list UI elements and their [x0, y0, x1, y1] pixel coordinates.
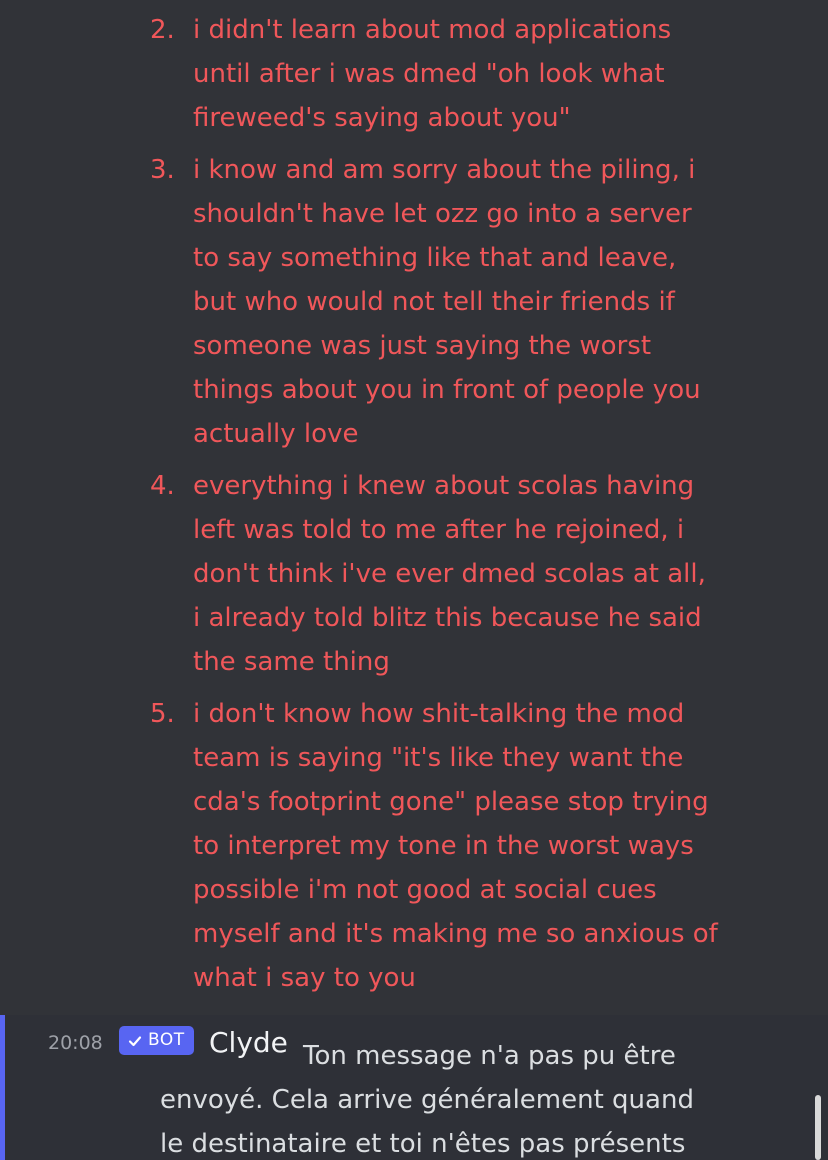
list-item-number: 3.	[150, 155, 175, 185]
message-timestamp[interactable]: 20:08	[48, 1031, 103, 1055]
bot-badge-label: BOT	[148, 1030, 185, 1050]
list-item-text: i don't know how shit-talking the mod te…	[193, 699, 718, 993]
list-item-number: 4.	[150, 471, 175, 501]
bot-message-text-first-line: Ton message n'a pas pu être	[303, 1041, 676, 1071]
mention-highlight-bar	[0, 1015, 5, 1160]
bot-message-text: envoyé. Cela arrive généralement quand l…	[160, 1085, 694, 1159]
list-item-text: i didn't learn about mod applications un…	[193, 15, 672, 133]
list-item-text: i know and am sorry about the piling, i …	[193, 155, 701, 449]
scrollbar-thumb[interactable]	[815, 1095, 821, 1160]
list-item-number: 5.	[150, 699, 175, 729]
list-item-text: everything i knew about scolas having le…	[193, 471, 706, 677]
chat-view: 2. i didn't learn about mod applications…	[0, 0, 828, 1160]
author-name[interactable]: Clyde	[209, 1021, 288, 1065]
bot-badge: BOT	[119, 1026, 194, 1055]
bot-message[interactable]: 20:08 BOT Clyde Ton message n'a pas pu ê…	[0, 1015, 828, 1160]
list-item-number: 2.	[150, 15, 175, 45]
checkmark-icon	[128, 1034, 142, 1048]
